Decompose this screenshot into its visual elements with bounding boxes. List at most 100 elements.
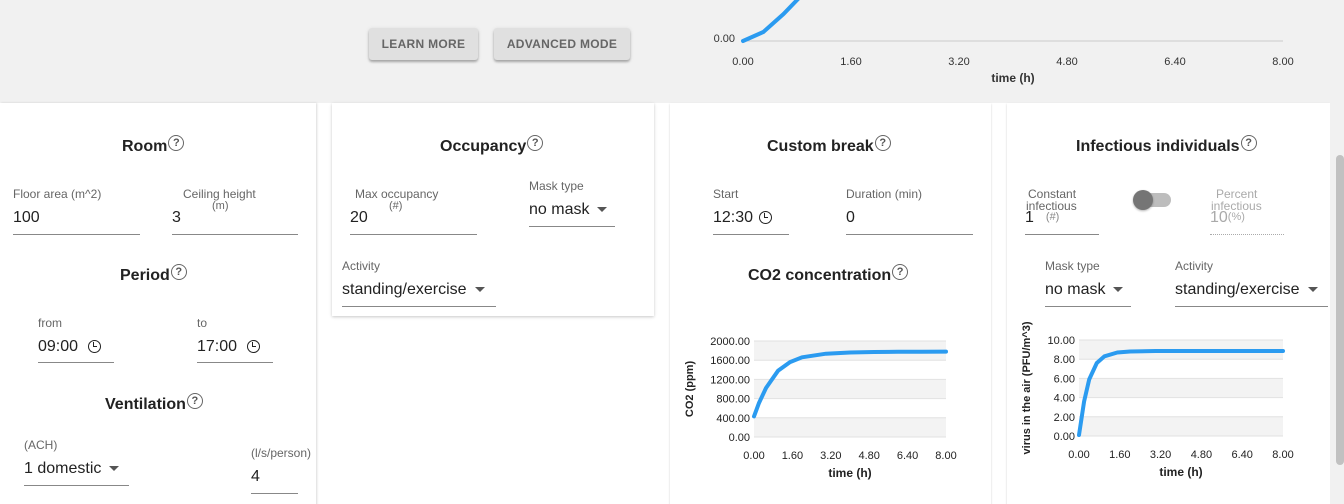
- infectious-mode-toggle[interactable]: [1133, 190, 1171, 210]
- help-icon[interactable]: ?: [892, 264, 909, 280]
- virus-chart-y-label: virus in the air (PFU/m^3): [1021, 321, 1033, 454]
- co2-chart-grid-band: [754, 379, 946, 399]
- infectious-activity-label: Activity: [1175, 259, 1214, 273]
- floor-area-input[interactable]: 100: [13, 209, 40, 227]
- top-chart-x-tick: 3.20: [948, 56, 969, 68]
- co2-chart-y-label: CO2 (ppm): [684, 361, 696, 418]
- co2-chart-y-tick: 1200.00: [710, 374, 750, 386]
- learn-more-button[interactable]: LEARN MORE: [369, 28, 478, 60]
- virus-chart-y-tick: 10.00: [1047, 335, 1075, 347]
- co2-chart-y-tick: 400.00: [716, 413, 750, 425]
- chevron-down-icon: [474, 287, 485, 293]
- clock-icon[interactable]: [759, 211, 773, 225]
- virus-chart-y-tick: 2.00: [1054, 412, 1075, 424]
- co2-chart-x-label: time (h): [828, 466, 871, 480]
- break-start-label: Start: [713, 187, 739, 201]
- occupancy-activity-select[interactable]: standing/exercise: [342, 281, 485, 299]
- co2-chart-y-tick: 0.00: [729, 432, 750, 444]
- advanced-mode-button[interactable]: ADVANCED MODE: [494, 28, 630, 60]
- co2-chart-x-tick: 0.00: [743, 450, 764, 462]
- top-chart-series-line: [741, 0, 800, 43]
- percent-infectious-input[interactable]: 10(%): [1210, 209, 1245, 227]
- period-to-input[interactable]: 17:00: [197, 338, 261, 356]
- top-chart-x-tick: 4.80: [1056, 56, 1077, 68]
- virus-chart-grid-band: [1079, 416, 1283, 436]
- ceiling-height-input[interactable]: 3: [172, 209, 181, 227]
- help-icon[interactable]: ?: [874, 135, 891, 151]
- ventilation-title: Ventilation?: [105, 393, 203, 414]
- chevron-down-icon: [1307, 287, 1318, 293]
- help-icon[interactable]: ?: [168, 135, 185, 151]
- period-to-underline: [197, 362, 273, 363]
- co2-chart-x-tick: 4.80: [858, 450, 879, 462]
- co2-chart-x-tick: 3.20: [820, 450, 841, 462]
- infectious-activity-select[interactable]: standing/exercise: [1175, 281, 1318, 299]
- co2-chart-y-tick: 800.00: [716, 394, 750, 406]
- top-chart-y-tick: 0.00: [714, 33, 735, 45]
- virus-chart-x-tick: 8.00: [1272, 449, 1293, 461]
- break-duration-input[interactable]: 0: [846, 209, 855, 227]
- constant-infectious-input[interactable]: 1 (#): [1025, 209, 1059, 227]
- occupancy-mask-label: Mask type: [529, 179, 584, 193]
- period-to-label: to: [197, 316, 208, 330]
- period-from-input[interactable]: 09:00: [38, 338, 102, 356]
- max-occupancy-input[interactable]: 20: [350, 209, 368, 227]
- break-start-input[interactable]: 12:30: [713, 209, 773, 227]
- clock-icon[interactable]: [247, 340, 261, 354]
- break-start-underline: [713, 234, 789, 235]
- chevron-down-icon: [109, 466, 120, 472]
- toggle-knob[interactable]: [1133, 190, 1153, 210]
- per-person-underline: [251, 493, 298, 494]
- help-icon[interactable]: ?: [527, 135, 544, 151]
- occupancy-title: Occupancy?: [440, 135, 544, 156]
- virus-chart-y-tick: 8.00: [1054, 354, 1075, 366]
- virus-chart: 0.00 2.00 4.00 6.00 8.00 10.00 0.00 1.60 3.20 4.8…: [1021, 321, 1294, 479]
- co2-chart-y-tick: 1600.00: [710, 355, 750, 367]
- co2-chart: 0.00 400.00 800.00 1200.00 1600.00 2000.00 0.0…: [684, 336, 957, 480]
- per-person-input[interactable]: 4: [251, 468, 260, 486]
- ach-underline: [24, 485, 129, 486]
- virus-chart-x-tick: 6.40: [1231, 449, 1252, 461]
- top-chart-x-tick: 6.40: [1164, 56, 1185, 68]
- clock-icon[interactable]: [88, 340, 102, 354]
- ceiling-height-underline: [172, 234, 298, 235]
- infectious-title: Infectious individuals?: [1076, 135, 1257, 156]
- percent-infectious-underline: [1210, 234, 1284, 235]
- constant-infectious-underline: [1025, 234, 1099, 235]
- top-chart-x-tick: 1.60: [840, 56, 861, 68]
- virus-chart-x-tick: 0.00: [1068, 449, 1089, 461]
- scrollbar-thumb[interactable]: [1336, 155, 1344, 465]
- ach-label: (ACH): [24, 438, 58, 452]
- constant-infectious-unit: (#): [1045, 211, 1060, 223]
- custom-break-title: Custom break?: [767, 135, 891, 156]
- co2-chart-x-tick: 1.60: [782, 450, 803, 462]
- help-icon[interactable]: ?: [1240, 135, 1257, 151]
- top-chart-x-tick: 0.00: [732, 56, 753, 68]
- max-occupancy-label: Max occupancy: [355, 187, 439, 201]
- virus-chart-x-tick: 3.20: [1150, 449, 1171, 461]
- infectious-mask-label: Mask type: [1045, 259, 1100, 273]
- floor-area-underline: [13, 234, 140, 235]
- max-occupancy-unit: (#): [389, 200, 403, 212]
- virus-chart-y-tick: 0.00: [1054, 431, 1075, 443]
- occupancy-activity-label: Activity: [342, 259, 381, 273]
- help-icon[interactable]: ?: [170, 264, 187, 280]
- co2-title: CO2 concentration?: [748, 264, 909, 285]
- infectious-mask-select[interactable]: no mask: [1045, 281, 1124, 299]
- co2-chart-y-tick: 2000.00: [710, 336, 750, 348]
- period-title: Period?: [120, 264, 187, 285]
- top-chart-x-label: time (h): [991, 71, 1034, 85]
- top-chart-x-ticks: 0.00 1.60 3.20 4.80 6.40 8.00: [732, 56, 1293, 68]
- per-person-label: (l/s/person): [251, 446, 312, 460]
- max-occupancy-underline: [350, 234, 477, 235]
- chevron-down-icon: [597, 207, 608, 213]
- help-icon[interactable]: ?: [186, 393, 203, 409]
- ceiling-height-label: Ceiling height: [183, 187, 256, 201]
- occupancy-activity-underline: [342, 306, 496, 307]
- virus-chart-x-tick: 1.60: [1109, 449, 1130, 461]
- percent-infectious-unit: (%): [1227, 211, 1245, 223]
- occupancy-mask-select[interactable]: no mask: [529, 201, 608, 219]
- virus-chart-y-tick: 4.00: [1054, 393, 1075, 405]
- chevron-down-icon: [1113, 287, 1124, 293]
- ach-select[interactable]: 1 domestic: [24, 460, 120, 478]
